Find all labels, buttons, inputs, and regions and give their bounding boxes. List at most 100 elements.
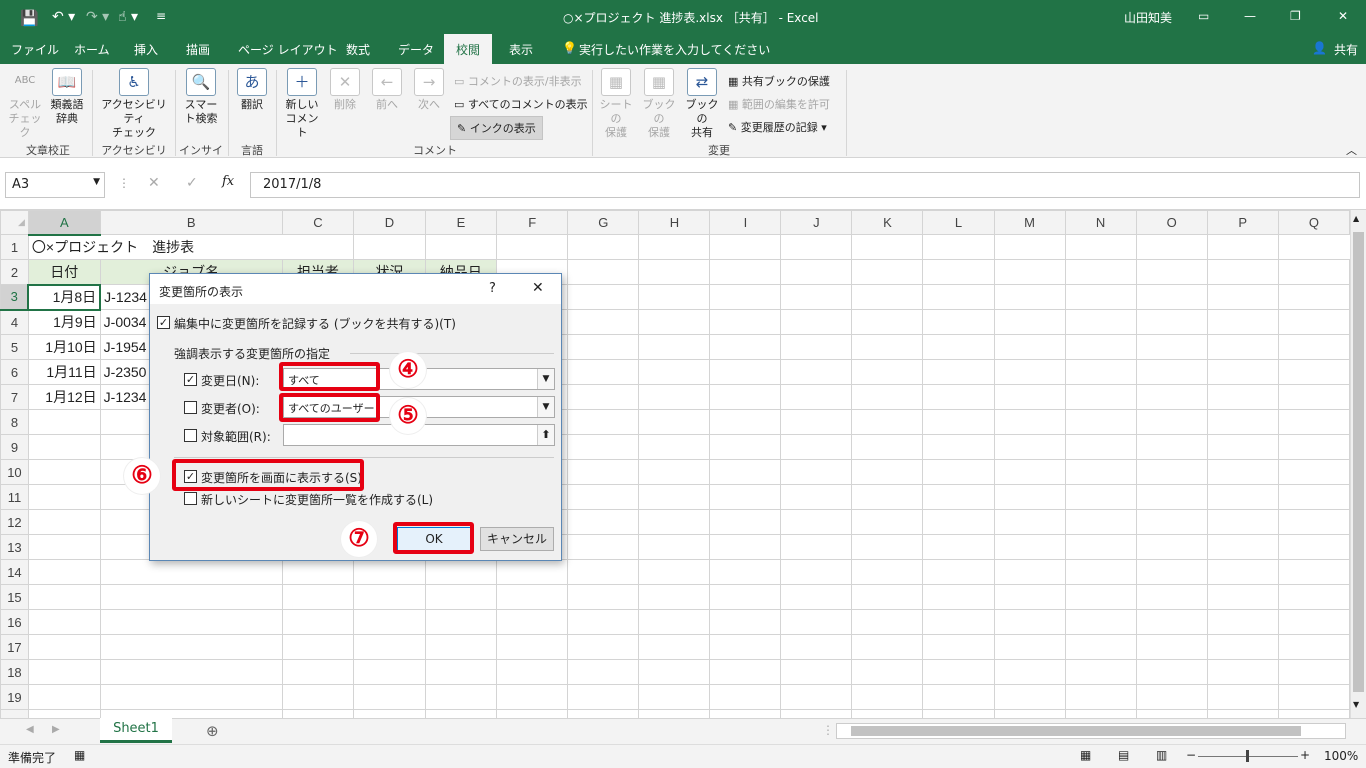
column-header[interactable]: K bbox=[851, 210, 924, 235]
protect-shared-button[interactable]: ▦ 共有ブックの保護 bbox=[728, 73, 830, 89]
row-header[interactable]: 3 bbox=[0, 284, 29, 311]
tell-me-search[interactable]: 実行したい作業を入力してください bbox=[579, 41, 770, 58]
share-button[interactable]: 共有 bbox=[1334, 41, 1358, 58]
cell-date[interactable]: 1月9日 bbox=[27, 309, 101, 335]
scroll-thumb[interactable] bbox=[851, 726, 1301, 736]
tab-review[interactable]: 校閲 bbox=[444, 34, 493, 64]
row-header[interactable]: 2 bbox=[0, 259, 29, 285]
enter-icon[interactable]: ✓ bbox=[186, 175, 198, 191]
when-checkbox[interactable]: ✓ bbox=[184, 373, 197, 386]
row-header[interactable]: 20 bbox=[0, 709, 29, 718]
scroll-thumb[interactable] bbox=[1353, 232, 1364, 692]
customize-qat-icon[interactable]: ≡ bbox=[156, 9, 166, 23]
zoom-slider-thumb[interactable] bbox=[1246, 750, 1249, 762]
row-header[interactable]: 8 bbox=[0, 409, 29, 435]
spelling-button[interactable]: ABC スペル チェック bbox=[5, 68, 45, 140]
column-header[interactable]: Q bbox=[1277, 210, 1350, 235]
row-header[interactable]: 9 bbox=[0, 434, 29, 460]
collapse-ribbon-icon[interactable]: ︿ bbox=[1346, 142, 1357, 158]
smart-lookup-button[interactable]: 🔍 スマー ト検索 bbox=[180, 68, 222, 126]
undo-icon[interactable]: ↶ ▾ bbox=[52, 9, 75, 25]
previous-comment-button[interactable]: ← 前へ bbox=[368, 68, 406, 112]
cancel-icon[interactable]: ✕ bbox=[148, 175, 160, 191]
add-sheet-icon[interactable]: ⊕ bbox=[206, 722, 219, 740]
formula-input[interactable]: 2017/1/8 bbox=[250, 172, 1360, 198]
column-header[interactable]: P bbox=[1206, 210, 1279, 235]
save-icon[interactable]: 💾 bbox=[20, 9, 39, 27]
column-header[interactable]: B bbox=[99, 210, 283, 235]
cell-date[interactable]: 1月10日 bbox=[27, 334, 101, 360]
row-header[interactable]: 10 bbox=[0, 459, 29, 485]
column-header[interactable]: L bbox=[922, 210, 995, 235]
column-header[interactable]: C bbox=[281, 210, 355, 235]
sheet-tab-sheet1[interactable]: Sheet1 bbox=[100, 718, 172, 743]
name-box[interactable]: A3 ▼ bbox=[5, 172, 105, 198]
help-icon[interactable]: ? bbox=[489, 281, 496, 296]
cell-date[interactable]: 1月11日 bbox=[27, 359, 101, 385]
zoom-out-icon[interactable]: − bbox=[1186, 748, 1196, 762]
protect-workbook-button[interactable]: ▦ ブックの 保護 bbox=[639, 68, 679, 140]
newsheet-checkbox[interactable] bbox=[184, 492, 197, 505]
vertical-scrollbar[interactable]: ▲ ▼ bbox=[1350, 210, 1366, 718]
show-hide-comment-button[interactable]: ▭ コメントの表示/非表示 bbox=[454, 73, 582, 89]
protect-sheet-button[interactable]: ▦ シートの 保護 bbox=[596, 68, 636, 140]
row-header[interactable]: 6 bbox=[0, 359, 29, 385]
macro-icon[interactable]: ▦ bbox=[74, 748, 85, 762]
cell-header-date[interactable]: 日付 bbox=[27, 259, 101, 285]
next-sheet-icon[interactable]: ▶ bbox=[52, 724, 60, 735]
new-comment-button[interactable]: ＋ 新しい コメント bbox=[282, 68, 322, 140]
select-all-corner[interactable]: ◢ bbox=[0, 210, 29, 235]
show-all-comments-button[interactable]: ▭ すべてのコメントの表示 bbox=[454, 96, 588, 112]
insert-function-icon[interactable]: fx bbox=[222, 174, 234, 189]
cancel-button[interactable]: キャンセル bbox=[480, 527, 554, 551]
row-header[interactable]: 18 bbox=[0, 659, 29, 685]
close-icon[interactable]: ✕ bbox=[1338, 9, 1348, 23]
horizontal-scrollbar[interactable] bbox=[836, 723, 1346, 739]
row-header[interactable]: 17 bbox=[0, 634, 29, 660]
column-header[interactable]: O bbox=[1135, 210, 1208, 235]
column-header[interactable]: I bbox=[709, 210, 782, 235]
column-header[interactable]: J bbox=[780, 210, 853, 235]
row-header[interactable]: 15 bbox=[0, 584, 29, 610]
translate-button[interactable]: あ 翻訳 bbox=[234, 68, 270, 112]
column-header[interactable]: D bbox=[353, 210, 426, 235]
prev-sheet-icon[interactable]: ◀ bbox=[26, 724, 34, 735]
tab-file[interactable]: ファイル bbox=[11, 41, 59, 58]
page-layout-view-icon[interactable]: ▤ bbox=[1118, 748, 1129, 762]
page-break-view-icon[interactable]: ▥ bbox=[1156, 748, 1167, 762]
minimize-icon[interactable]: — bbox=[1244, 9, 1256, 23]
column-header[interactable]: G bbox=[567, 210, 640, 235]
zoom-level[interactable]: 100% bbox=[1324, 749, 1358, 763]
tab-insert[interactable]: 挿入 bbox=[134, 41, 158, 58]
delete-comment-button[interactable]: ✕ 削除 bbox=[326, 68, 364, 112]
row-header[interactable]: 13 bbox=[0, 534, 29, 560]
track-changes-button[interactable]: ✎ 変更履歴の記録 ▾ bbox=[728, 119, 827, 135]
column-header[interactable]: A bbox=[27, 210, 101, 236]
tab-page-layout[interactable]: ページ レイアウト bbox=[238, 41, 338, 58]
tab-view[interactable]: 表示 bbox=[509, 41, 533, 58]
row-header[interactable]: 11 bbox=[0, 484, 29, 510]
accessibility-button[interactable]: ♿ アクセシビリティ チェック bbox=[96, 68, 172, 140]
close-icon[interactable]: ✕ bbox=[532, 280, 544, 296]
column-header[interactable]: E bbox=[424, 210, 498, 235]
share-workbook-button[interactable]: ⇄ ブックの 共有 bbox=[682, 68, 722, 140]
restore-icon[interactable]: ❐ bbox=[1290, 9, 1301, 23]
row-header[interactable]: 12 bbox=[0, 509, 29, 535]
who-checkbox[interactable] bbox=[184, 401, 197, 414]
column-header[interactable]: H bbox=[638, 210, 711, 235]
where-checkbox[interactable] bbox=[184, 429, 197, 442]
row-header[interactable]: 4 bbox=[0, 309, 29, 335]
thesaurus-button[interactable]: 📖 類義語 辞典 bbox=[46, 68, 88, 126]
tab-home[interactable]: ホーム bbox=[74, 41, 110, 58]
scroll-up-icon[interactable]: ▲ bbox=[1353, 214, 1364, 230]
touch-mode-icon[interactable]: ☝ ▾ bbox=[118, 9, 138, 25]
normal-view-icon[interactable]: ▦ bbox=[1080, 748, 1091, 762]
cell-title[interactable]: 〇×プロジェクト 進捗表 bbox=[27, 234, 354, 260]
column-header[interactable]: N bbox=[1064, 210, 1137, 235]
row-header[interactable]: 7 bbox=[0, 384, 29, 410]
cell-date[interactable]: 1月8日 bbox=[27, 283, 102, 311]
row-header[interactable]: 14 bbox=[0, 559, 29, 585]
row-header[interactable]: 1 bbox=[0, 234, 29, 260]
track-changes-checkbox[interactable]: ✓ bbox=[157, 316, 170, 329]
scroll-down-icon[interactable]: ▼ bbox=[1353, 700, 1364, 716]
